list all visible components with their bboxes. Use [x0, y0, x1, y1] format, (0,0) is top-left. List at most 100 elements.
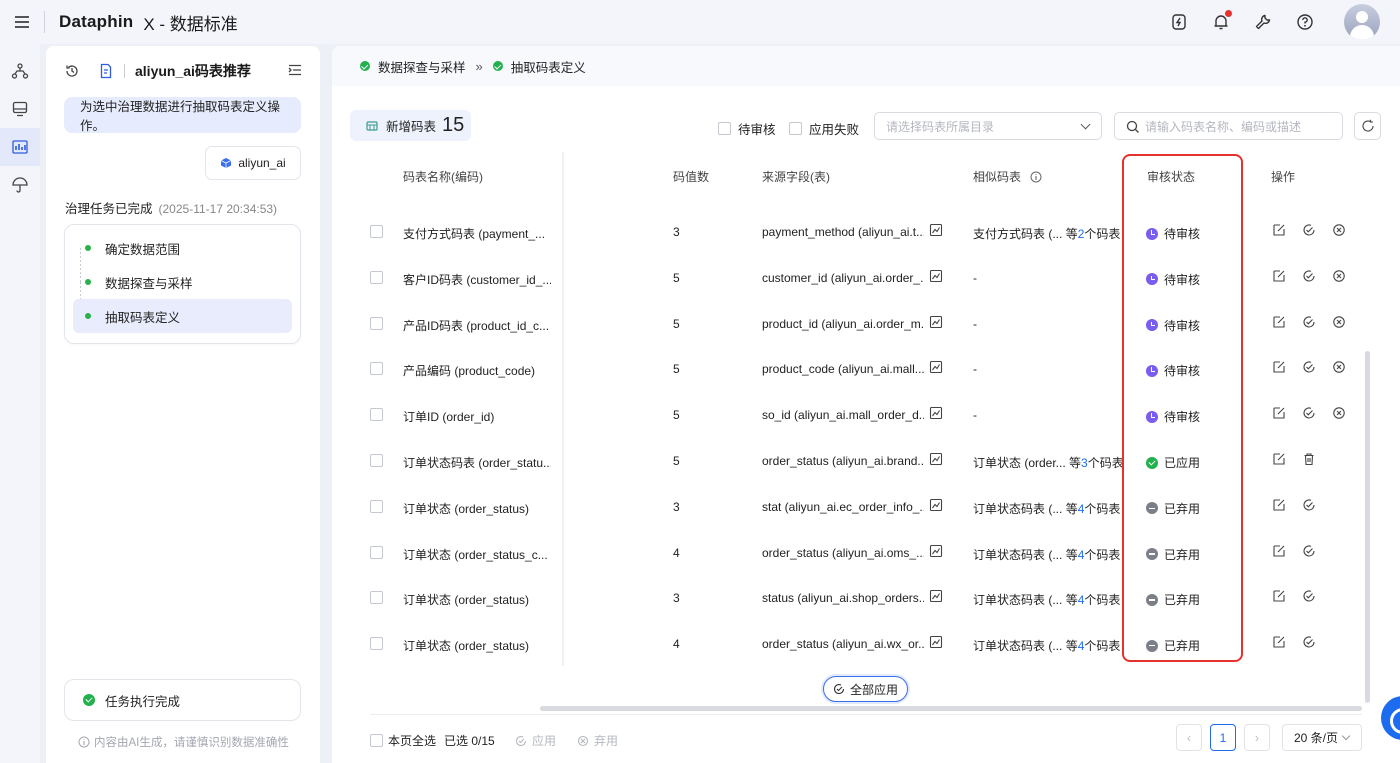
codetable-name[interactable]: 支付方式码表 (payment_...: [403, 225, 551, 242]
history-icon[interactable]: [64, 63, 80, 79]
table-row[interactable]: 产品ID码表 (product_id_c... 5 product_id (aliy…: [332, 301, 1362, 346]
source-field[interactable]: order_status (aliyun_ai.oms_...: [762, 546, 924, 560]
edit-icon[interactable]: [1272, 452, 1286, 466]
logo[interactable]: Dataphin: [59, 12, 133, 32]
edit-icon[interactable]: [1272, 635, 1286, 649]
step-item-active[interactable]: 抽取码表定义: [73, 299, 292, 333]
abandon-icon[interactable]: [1332, 223, 1346, 237]
codetable-name[interactable]: 订单状态 (order_status): [403, 637, 551, 654]
source-field[interactable]: order_status (aliyun_ai.brand...: [762, 454, 924, 468]
project-chip[interactable]: aliyun_ai: [205, 146, 301, 180]
prev-page-button[interactable]: ‹: [1176, 724, 1202, 751]
help-icon[interactable]: [1296, 13, 1314, 31]
delete-icon[interactable]: [1302, 452, 1316, 466]
codetable-name[interactable]: 产品ID码表 (product_id_c...: [403, 317, 551, 334]
codetable-name[interactable]: 订单ID (order_id): [403, 408, 551, 425]
similar-count[interactable]: 3: [1081, 456, 1088, 470]
table-row[interactable]: 订单状态 (order_status) 3 stat (aliyun_ai.ec_o…: [332, 484, 1362, 529]
codetable-name[interactable]: 订单状态 (order_status): [403, 500, 551, 517]
row-checkbox[interactable]: [370, 270, 383, 287]
lineage-icon[interactable]: [929, 635, 943, 649]
lineage-icon[interactable]: [929, 589, 943, 603]
lineage-icon[interactable]: [929, 223, 943, 237]
breadcrumb-item[interactable]: 数据探查与采样: [378, 57, 466, 76]
lineage-icon[interactable]: [929, 544, 943, 558]
apply-icon[interactable]: [1302, 360, 1316, 374]
row-checkbox[interactable]: [370, 316, 383, 333]
table-row[interactable]: 订单状态 (order_status) 3 status (aliyun_ai.sh…: [332, 575, 1362, 620]
edit-icon[interactable]: [1272, 223, 1286, 237]
codetable-name[interactable]: 产品编码 (product_code): [403, 362, 551, 379]
menu-icon[interactable]: [0, 0, 44, 44]
apply-icon[interactable]: [1302, 223, 1316, 237]
horizontal-scrollbar[interactable]: [540, 706, 1362, 711]
chart-icon[interactable]: [0, 128, 40, 166]
apply-icon[interactable]: [1302, 498, 1316, 512]
select-page-checkbox[interactable]: 本页全选: [370, 732, 436, 749]
table-row[interactable]: 订单状态 (order_status) 4 order_status (aliyun…: [332, 621, 1362, 666]
source-field[interactable]: stat (aliyun_ai.ec_order_info_...: [762, 500, 924, 514]
page-number-button[interactable]: 1: [1210, 724, 1236, 751]
apply-icon[interactable]: [1302, 635, 1316, 649]
row-checkbox[interactable]: [370, 408, 383, 424]
batch-apply-button[interactable]: 应用: [515, 732, 556, 749]
apply-icon[interactable]: [1302, 269, 1316, 283]
bell-icon[interactable]: [1212, 10, 1232, 31]
checkbox[interactable]: [718, 122, 731, 135]
abandon-icon[interactable]: [1332, 315, 1346, 329]
search-input[interactable]: 请输入码表名称、编码或描述: [1114, 112, 1343, 140]
similar-table[interactable]: 订单状态码表 (...: [973, 639, 1062, 653]
edit-icon[interactable]: [1272, 498, 1286, 512]
edit-icon[interactable]: [1272, 269, 1286, 283]
apply-icon[interactable]: [1302, 406, 1316, 420]
next-page-button[interactable]: ›: [1244, 724, 1270, 751]
source-field[interactable]: order_status (aliyun_ai.wx_or...: [762, 637, 924, 651]
topology-icon[interactable]: [0, 52, 40, 90]
info-icon[interactable]: [1030, 171, 1042, 183]
source-field[interactable]: payment_method (aliyun_ai.t...: [762, 225, 924, 239]
codetable-name[interactable]: 订单状态 (order_status): [403, 591, 551, 608]
apply-all-button[interactable]: 全部应用: [823, 676, 908, 702]
table-row[interactable]: 支付方式码表 (payment_... 3 payment_method (aliy…: [332, 209, 1362, 254]
similar-table[interactable]: 支付方式码表 (...: [973, 227, 1062, 241]
vertical-scrollbar[interactable]: [1365, 351, 1370, 703]
row-checkbox[interactable]: [370, 499, 383, 516]
row-checkbox[interactable]: [370, 454, 383, 470]
abandon-icon[interactable]: [1332, 360, 1346, 374]
edit-icon[interactable]: [1272, 360, 1286, 374]
table-row[interactable]: 产品编码 (product_code) 5 product_code (aliyun…: [332, 346, 1362, 391]
batch-abandon-button[interactable]: 弃用: [577, 732, 618, 749]
edit-icon[interactable]: [1272, 544, 1286, 558]
codetable-name[interactable]: 客户ID码表 (customer_id_...: [403, 271, 551, 288]
filter-failed-checkbox[interactable]: 应用失败: [789, 119, 859, 138]
source-field[interactable]: product_code (aliyun_ai.mall...: [762, 362, 924, 376]
directory-select[interactable]: 请选择码表所属目录: [874, 112, 1102, 140]
source-field[interactable]: customer_id (aliyun_ai.order_...: [762, 271, 924, 285]
collapse-icon[interactable]: [288, 63, 302, 77]
lineage-icon[interactable]: [929, 452, 943, 466]
avatar[interactable]: [1344, 4, 1380, 40]
apply-icon[interactable]: [1302, 315, 1316, 329]
edit-icon[interactable]: [1272, 406, 1286, 420]
row-checkbox[interactable]: [370, 637, 383, 653]
table-row[interactable]: 订单状态 (order_status_c... 4 order_status (al…: [332, 530, 1362, 575]
filter-pending-checkbox[interactable]: 待审核: [718, 119, 776, 138]
source-field[interactable]: so_id (aliyun_ai.mall_order_d...: [762, 408, 924, 422]
checkbox[interactable]: [789, 122, 802, 135]
tools-icon[interactable]: [1254, 13, 1272, 31]
codetable-name[interactable]: 订单状态码表 (order_statu...: [403, 454, 551, 471]
checkbox[interactable]: [370, 734, 383, 747]
lineage-icon[interactable]: [929, 360, 943, 374]
lineage-icon[interactable]: [929, 406, 943, 420]
row-checkbox[interactable]: [370, 591, 383, 607]
refresh-button[interactable]: [1354, 112, 1381, 140]
umbrella-icon[interactable]: [0, 166, 40, 204]
lineage-icon[interactable]: [929, 315, 943, 329]
breadcrumb-item-current[interactable]: 抽取码表定义: [511, 57, 586, 76]
edit-icon[interactable]: [1272, 315, 1286, 329]
row-checkbox[interactable]: [370, 545, 383, 562]
table-row[interactable]: 订单ID (order_id) 5 so_id (aliyun_ai.mall_or…: [332, 392, 1362, 437]
abandon-icon[interactable]: [1332, 406, 1346, 420]
monitor-icon[interactable]: [0, 90, 40, 128]
similar-table[interactable]: 订单状态 (order...: [973, 456, 1066, 470]
